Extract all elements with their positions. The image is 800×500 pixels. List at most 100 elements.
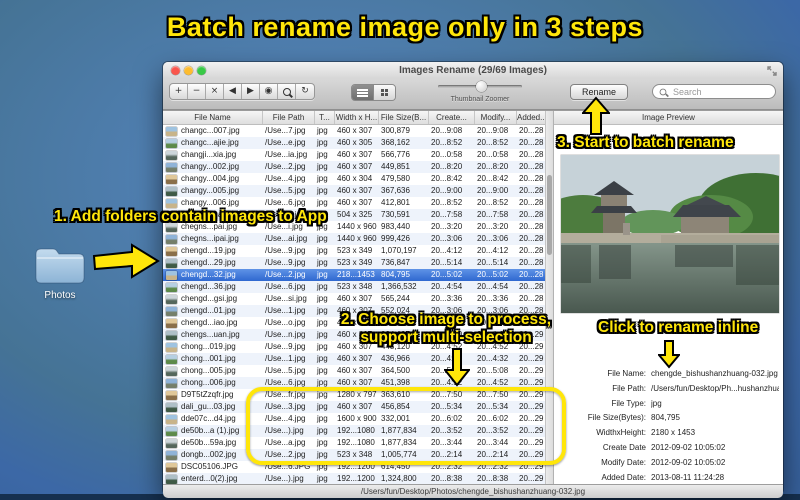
file-thumbnail-icon [163,293,179,305]
table-row[interactable]: changy...004.jpg/Use...4.jpg jpg 460 x 304… [163,173,545,185]
table-row[interactable]: changc...ajie.jpg/Use...e.jpg jpg 460 x 30… [163,137,545,149]
table-row[interactable]: chengd...29.jpg/Use...9.jpg jpg 523 x 349 7… [163,257,545,269]
table-row[interactable]: changc...007.jpg/Use...7.jpg jpg 460 x 307… [163,125,545,137]
table-row[interactable]: changy...005.jpg/Use...5.jpg jpg 460 x 307… [163,185,545,197]
table-row[interactable]: enterd...0(2).jpg/Use...).jpg jpg 192...12… [163,473,545,484]
table-row[interactable]: chengd...36.jpg/Use...6.jpg jpg 523 x 348 1… [163,281,545,293]
folder-icon [35,248,85,284]
folder-label: Photos [44,290,76,301]
cell-dims: 460 x 307 [337,354,373,363]
cell-modify: 20...9:08 [477,126,509,135]
cell-type: jpg [317,234,328,243]
column-header[interactable]: Modify... [475,111,517,124]
delete-button[interactable]: × [206,84,224,99]
file-thumbnail-icon [163,281,179,293]
detail-label: Added Date: [601,472,646,482]
scrollbar-thumb[interactable] [547,175,552,255]
table-row[interactable]: chengd...32.jpg/Use...2.jpg jpg 218...1453… [163,269,545,281]
detail-value[interactable]: 2180 x 1453 [651,426,695,441]
toolbar: + − × ◀ ▶ ◉ ↻ Thumbnail Zoomer Rename [163,79,783,110]
column-header[interactable]: File Size(B... [379,111,429,124]
next-button[interactable]: ▶ [242,84,260,99]
cell-name: changy...004.jpg [181,174,240,183]
previous-button[interactable]: ◀ [224,84,242,99]
detail-value[interactable]: 804,795 [651,411,680,426]
step3-arrow-icon [582,96,610,135]
cell-path: /Use...5.jpg [265,366,306,375]
cell-create: 20...4:12 [431,246,463,255]
add-button[interactable]: + [170,84,188,99]
column-header[interactable]: File Name [163,111,263,124]
cell-size: 565,244 [381,294,410,303]
cell-dims: 523 x 349 [337,258,373,267]
preview-photo [561,155,779,313]
preview-button[interactable]: ◉ [260,84,278,99]
list-view-button[interactable] [352,85,373,100]
cell-type: jpg [317,366,328,375]
cell-type: jpg [317,306,328,315]
cell-modify: 20...4:54 [477,282,509,291]
cell-create: 20...5:02 [431,270,463,279]
titlebar[interactable]: Images Rename (29/69 Images) [163,62,783,79]
table-row[interactable]: chengd...gsi.jpg/Use...si.jpg jpg 460 x 30… [163,293,545,305]
cell-type: jpg [317,162,328,171]
column-header[interactable]: Added... [517,111,545,124]
table-row[interactable]: changy...002.jpg/Use...2.jpg jpg 460 x 307… [163,161,545,173]
step1-label: 1. Add folders contain images to App [54,208,327,225]
cell-name: chong...006.jpg [181,378,236,387]
file-thumbnail-icon [163,317,179,329]
file-thumbnail-icon [163,401,179,413]
file-thumbnail-icon [163,245,179,257]
detail-value[interactable]: jpg [651,397,662,412]
column-header[interactable]: File Path [263,111,315,124]
search-button[interactable] [278,84,296,99]
zoomer-knob[interactable] [476,81,487,92]
detail-row: Added Date: 2013-08-11 11:24:28 [554,471,779,486]
cell-modify: 20...3:06 [477,234,509,243]
cell-size: 999,426 [381,234,410,243]
refresh-button[interactable]: ↻ [296,84,314,99]
column-header[interactable]: Width x H... [335,111,379,124]
close-window-button[interactable] [171,66,180,75]
cell-type: jpg [317,126,328,135]
cell-type: jpg [317,330,328,339]
column-header[interactable]: Create... [429,111,475,124]
cell-create: 20...7:58 [431,210,463,219]
desktop: Batch rename image only in 3 steps Photo… [0,0,800,500]
table-row[interactable]: changji...xia.jpg/Use...ia.jpg jpg 460 x 3… [163,149,545,161]
search-input[interactable] [671,85,769,98]
detail-value[interactable]: chengde_bishushanzhuang-032.jpg [651,367,778,382]
detail-value[interactable]: /Users/fun/Desktop/Ph...hushanzhuang-032… [651,382,779,397]
table-row[interactable]: chengd...19.jpg/Use...9.jpg jpg 523 x 349 1… [163,245,545,257]
cell-name: chengd...gsi.jpg [181,294,238,303]
photos-folder[interactable]: Photos [30,242,90,301]
zoom-window-button[interactable] [197,66,206,75]
cell-size: 1,366,532 [381,282,417,291]
minimize-window-button[interactable] [184,66,193,75]
remove-button[interactable]: − [188,84,206,99]
cell-path: /Use...ia.jpg [265,150,308,159]
table-row[interactable]: chong...001.jpg/Use...1.jpg jpg 460 x 307 4… [163,353,545,365]
cell-name: changy...005.jpg [181,186,240,195]
cell-path: /Use...e.jpg [265,138,306,147]
grid-view-button[interactable] [373,85,395,100]
search-field[interactable] [652,84,776,99]
detail-label: WidthxHeight: [596,428,646,438]
cell-name: chengd...iao.jpg [181,318,238,327]
fullscreen-icon[interactable] [767,66,777,76]
file-thumbnail-icon [163,269,179,281]
detail-value[interactable]: 2013-08-11 11:24:28 [651,471,724,486]
column-header[interactable]: T... [315,111,335,124]
cell-name: chengd...19.jpg [181,246,236,255]
cell-dims: 460 x 307 [337,186,373,195]
detail-value[interactable]: 2012-09-02 10:05:02 [651,456,725,471]
cell-type: jpg [317,258,328,267]
cell-modify: 20...9:00 [477,186,509,195]
file-thumbnail-icon [163,389,179,401]
table-row[interactable]: chegns...ipai.jpg/Use...ai.jpg jpg 1440 x … [163,233,545,245]
table-row[interactable]: chong...005.jpg/Use...5.jpg jpg 460 x 307 3… [163,365,545,377]
cell-type: jpg [317,318,328,327]
detail-row: File Path: /Users/fun/Desktop/Ph...hushan… [554,382,779,397]
detail-value[interactable]: 2012-09-02 10:05:02 [651,441,725,456]
detail-row: Modify Date: 2012-09-02 10:05:02 [554,456,779,471]
